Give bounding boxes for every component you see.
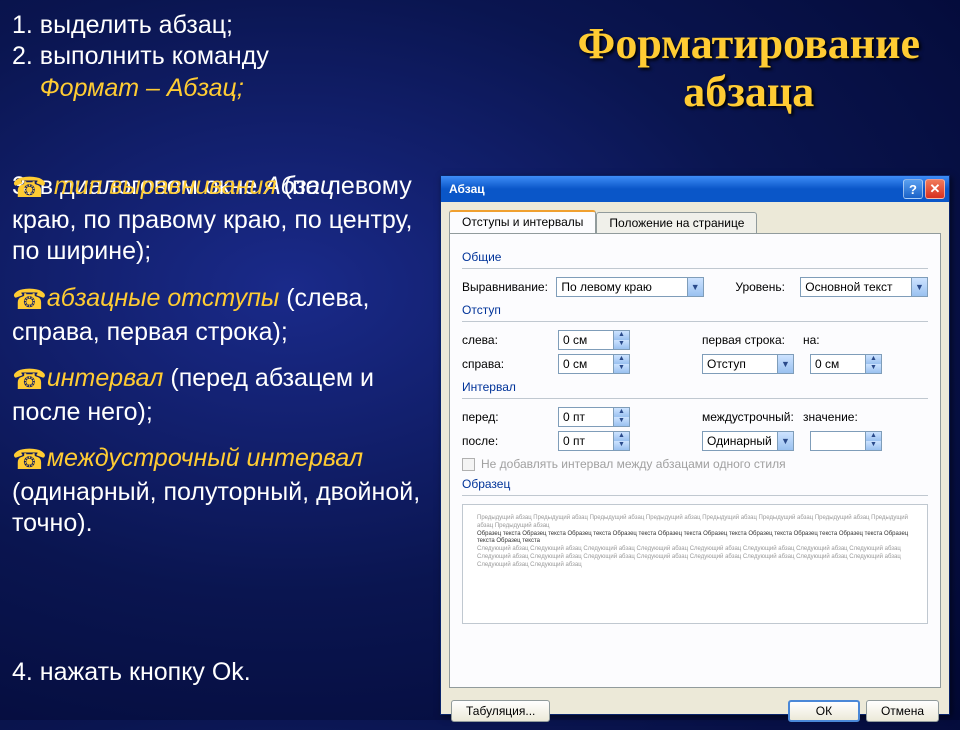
tab-position[interactable]: Положение на странице: [596, 212, 757, 233]
preview-prev: Предыдущий абзац Предыдущий абзац Предыд…: [477, 515, 913, 531]
indent-left-spinner[interactable]: 0 см▲▼: [558, 330, 630, 350]
chevron-down-icon: ▼: [777, 432, 793, 450]
chevron-down-icon: ▼: [687, 278, 703, 296]
phone-icon: ☎: [12, 444, 47, 475]
phone-icon: ☎: [12, 284, 47, 315]
chevron-down-icon: ▼: [911, 278, 927, 296]
linespacing-combo[interactable]: Одинарный▼: [702, 431, 794, 451]
phone-icon: ☎: [12, 172, 47, 203]
level-combo[interactable]: Основной текст ▼: [800, 277, 928, 297]
alignment-combo[interactable]: По левому краю ▼: [556, 277, 703, 297]
label-by: на:: [803, 333, 833, 347]
group-general: Общие: [462, 250, 928, 264]
bullet-indent: ☎абзацные отступы (слева, справа, первая…: [12, 282, 442, 348]
group-spacing: Интервал: [462, 380, 928, 394]
chevron-down-icon: ▼: [777, 355, 793, 373]
firstline-combo[interactable]: Отступ▼: [702, 354, 794, 374]
label-level: Уровень:: [735, 280, 794, 294]
dialog-title: Абзац: [449, 182, 485, 196]
step-1: 1. выделить абзац;: [12, 10, 442, 41]
spacing-after-spinner[interactable]: 0 пт▲▼: [558, 431, 630, 451]
indent-right-spinner[interactable]: 0 см▲▼: [558, 354, 630, 374]
cancel-button[interactable]: Отмена: [866, 700, 939, 722]
label-after: после:: [462, 434, 552, 448]
label-value: значение:: [803, 410, 863, 424]
preview-sample: Образец текста Образец текста Образец те…: [477, 531, 913, 547]
title-line-1: Форматирование: [578, 19, 920, 68]
label-align: Выравнивание:: [462, 280, 550, 294]
ok-button[interactable]: ОК: [788, 700, 860, 722]
label-firstline: первая строка:: [702, 333, 797, 347]
tab-panel: Общие Выравнивание: По левому краю ▼ Уро…: [449, 233, 941, 688]
label-left: слева:: [462, 333, 552, 347]
slide-title: Форматирование абзаца: [578, 20, 920, 117]
group-preview: Образец: [462, 477, 928, 491]
label-right: справа:: [462, 357, 552, 371]
dialog-button-bar: Табуляция... ОК Отмена: [441, 696, 949, 730]
linespacing-value-spinner[interactable]: ▲▼: [810, 431, 882, 451]
label-linespacing: междустрочный:: [702, 410, 797, 424]
tab-bar: Отступы и интервалы Положение на страниц…: [441, 202, 949, 233]
title-line-2: абзаца: [683, 67, 814, 116]
label-before: перед:: [462, 410, 552, 424]
help-button[interactable]: ?: [903, 179, 923, 199]
group-indent: Отступ: [462, 303, 928, 317]
preview-next: Следующий абзац Следующий абзац Следующи…: [477, 546, 913, 569]
step-2-command: Формат – Абзац;: [40, 74, 244, 102]
step-2: 2. выполнить команду Формат – Абзац;: [12, 41, 442, 104]
tabs-button[interactable]: Табуляция...: [451, 700, 550, 722]
paragraph-dialog: Абзац ? ✕ Отступы и интервалы Положение …: [440, 175, 950, 715]
bullet-spacing: ☎интервал (перед абзацем и после него);: [12, 362, 442, 428]
same-style-checkbox-row[interactable]: Не добавлять интервал между абзацами одн…: [462, 457, 928, 471]
checkbox-label: Не добавлять интервал между абзацами одн…: [481, 457, 786, 471]
bullet-list: ☎ тип выравнивания (по левому краю, по п…: [12, 170, 442, 554]
preview-box: Предыдущий абзац Предыдущий абзац Предыд…: [462, 504, 928, 624]
close-button[interactable]: ✕: [925, 179, 945, 199]
tab-indents[interactable]: Отступы и интервалы: [449, 210, 596, 233]
bullet-align: ☎ тип выравнивания (по левому краю, по п…: [12, 170, 442, 268]
checkbox-icon[interactable]: [462, 458, 475, 471]
bullet-linespacing: ☎междустрочный интервал (одинарный, полу…: [12, 442, 442, 540]
phone-icon: ☎: [12, 364, 47, 395]
instructions-block: 1. выделить абзац; 2. выполнить команду …: [12, 10, 442, 104]
firstline-by-spinner[interactable]: 0 см▲▼: [810, 354, 882, 374]
step-4: 4. нажать кнопку Ok.: [12, 658, 251, 687]
dialog-titlebar[interactable]: Абзац ? ✕: [441, 176, 949, 202]
spacing-before-spinner[interactable]: 0 пт▲▼: [558, 407, 630, 427]
